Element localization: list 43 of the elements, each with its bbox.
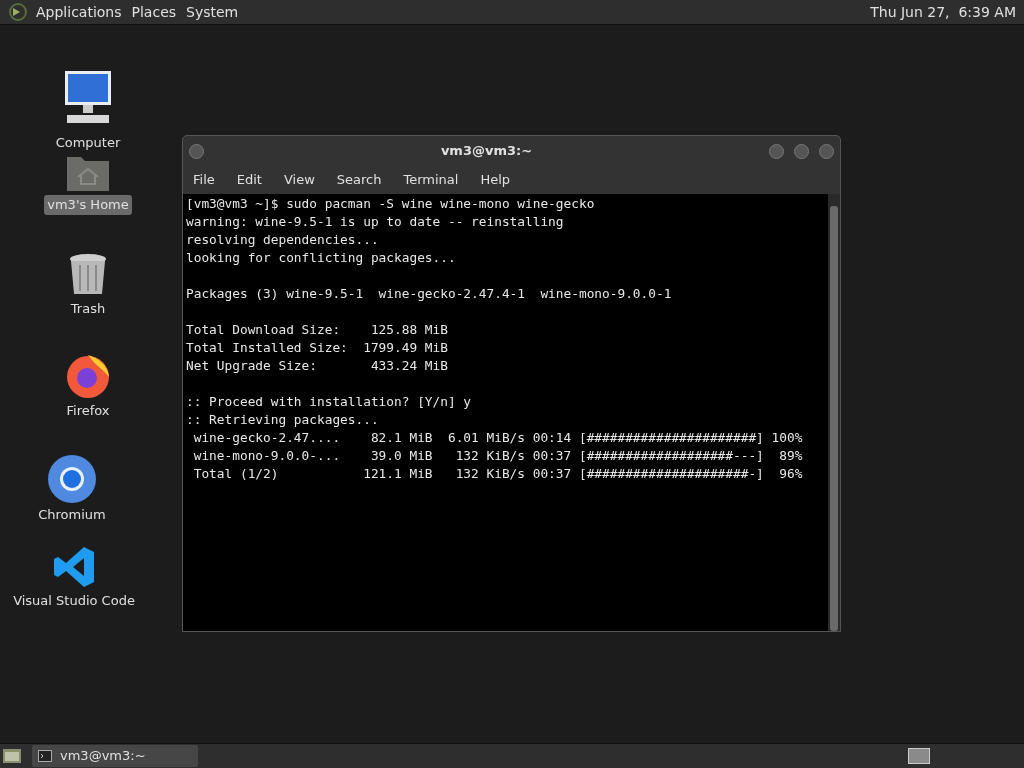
desktop-icon-label[interactable]: Trash bbox=[67, 299, 109, 319]
workspace-switcher[interactable] bbox=[908, 748, 930, 764]
terminal-line: Total (1/2) 121.1 MiB 132 KiB/s 00:37 [#####################-] 96% bbox=[192, 465, 803, 483]
desktop-icon-label[interactable]: vm3's Home bbox=[44, 195, 132, 215]
maximize-button[interactable] bbox=[794, 143, 809, 159]
terminal-icon bbox=[38, 750, 52, 762]
menu-item[interactable]: View bbox=[283, 170, 315, 190]
close-button[interactable] bbox=[819, 143, 834, 159]
terminal-line: [vm3@vm3 ~]$ sudo pacman -S wine wine-mono wine-gecko bbox=[186, 195, 595, 213]
menu-item[interactable]: File bbox=[193, 170, 215, 190]
menu-item[interactable]: Edit bbox=[236, 170, 262, 190]
chromium-icon bbox=[48, 455, 96, 503]
panel-menu[interactable]: Applications bbox=[36, 1, 122, 23]
code-editor-icon bbox=[52, 545, 96, 589]
terminal-line: Total Download Size: 125.88 MiB bbox=[186, 321, 448, 339]
menu-item[interactable]: Help bbox=[480, 170, 511, 190]
minimize-button[interactable] bbox=[769, 143, 784, 159]
scrollbar[interactable] bbox=[828, 194, 840, 631]
terminal-line: wine-mono-9.0.0-... 39.0 MiB 132 KiB/s 00:37 [###################---] 89% bbox=[192, 447, 803, 465]
menu-item[interactable]: Terminal bbox=[403, 170, 459, 190]
desktop-icon-label[interactable]: Visual Studio Code bbox=[10, 591, 138, 611]
terminal-line: resolving dependencies... bbox=[186, 231, 379, 249]
terminal-line: wine-gecko-2.47.... 82.1 MiB 6.01 MiB/s 00:14 [######################] 100% bbox=[192, 429, 803, 447]
desktop-icon-label[interactable]: Chromium bbox=[35, 505, 109, 525]
terminal-line: warning: wine-9.5-1 is up to date -- reinstalling bbox=[186, 213, 564, 231]
clock[interactable]: Thu Jun 27, 6:39 AM bbox=[870, 1, 1016, 23]
terminal-line: Packages (3) wine-9.5-1 wine-gecko-2.47.4-1 wine-mono-9.0.0-1 bbox=[186, 285, 672, 303]
panel-menu[interactable]: System bbox=[186, 1, 239, 23]
terminal-line: Net Upgrade Size: 433.24 MiB bbox=[186, 357, 448, 375]
desktop-icon-label[interactable]: Firefox bbox=[63, 401, 113, 421]
taskbar-button[interactable]: vm3@vm3:~ bbox=[32, 745, 198, 767]
menu-item[interactable]: Search bbox=[336, 170, 382, 190]
show-desktop-icon[interactable] bbox=[2, 747, 22, 765]
desktop-icon-label[interactable]: Computer bbox=[52, 133, 124, 153]
terminal-line: :: Proceed with installation? [Y/n] y bbox=[186, 393, 472, 411]
distro-logo-icon[interactable] bbox=[8, 2, 28, 22]
window-menu-button[interactable] bbox=[189, 143, 204, 159]
terminal-line: looking for conflicting packages... bbox=[186, 249, 456, 267]
terminal-line: Total Installed Size: 1799.49 MiB bbox=[186, 339, 448, 357]
panel-menu[interactable]: Places bbox=[131, 1, 177, 23]
window-title: vm3@vm3:~ bbox=[439, 142, 534, 161]
terminal-line: :: Retrieving packages... bbox=[186, 411, 379, 429]
trash-icon bbox=[68, 253, 108, 297]
